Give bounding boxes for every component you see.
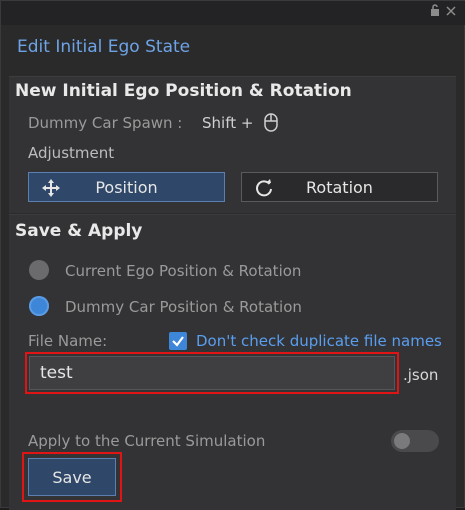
position-section-heading: New Initial Ego Position & Rotation xyxy=(15,81,352,101)
file-name-input[interactable] xyxy=(29,356,395,390)
spawn-shortcut: Shift + xyxy=(202,114,254,132)
apply-simulation-toggle[interactable] xyxy=(391,430,439,452)
mouse-icon xyxy=(264,113,278,132)
rotation-mode-button[interactable]: Rotation xyxy=(241,172,438,202)
file-extension-label: .json xyxy=(403,366,439,384)
checkmark-icon xyxy=(172,336,184,347)
radio-dummy-car[interactable] xyxy=(29,296,49,316)
save-apply-heading: Save & Apply xyxy=(15,221,143,241)
radio-dummy-car-label: Dummy Car Position & Rotation xyxy=(65,298,302,316)
position-mode-button[interactable]: Position xyxy=(28,172,225,202)
save-button-highlight: Save xyxy=(22,452,122,502)
apply-simulation-label: Apply to the Current Simulation xyxy=(28,432,266,450)
edit-ego-state-panel: Edit Initial Ego State New Initial Ego P… xyxy=(0,0,465,510)
rotate-icon xyxy=(256,179,272,197)
panel-titlebar xyxy=(1,1,465,25)
close-icon[interactable] xyxy=(446,5,456,19)
toggle-knob xyxy=(394,433,410,449)
duplicate-check-checkbox[interactable] xyxy=(169,332,187,350)
titlebar-icons xyxy=(430,4,456,19)
rotation-button-label: Rotation xyxy=(306,177,373,197)
move-arrows-icon xyxy=(42,179,60,197)
file-name-label: File Name: xyxy=(28,332,108,350)
save-button[interactable]: Save xyxy=(28,458,116,496)
file-name-input-highlight xyxy=(25,352,399,394)
radio-current-ego[interactable] xyxy=(29,260,49,280)
position-button-label: Position xyxy=(95,177,158,197)
adjustment-label: Adjustment xyxy=(28,144,115,162)
radio-current-ego-label: Current Ego Position & Rotation xyxy=(65,262,302,280)
duplicate-check-label[interactable]: Don't check duplicate file names xyxy=(196,332,442,350)
lock-icon[interactable] xyxy=(430,4,440,19)
spawn-label: Dummy Car Spawn : xyxy=(28,114,183,132)
position-section: New Initial Ego Position & Rotation Dumm… xyxy=(9,76,456,213)
window-title: Edit Initial Ego State xyxy=(17,37,191,57)
